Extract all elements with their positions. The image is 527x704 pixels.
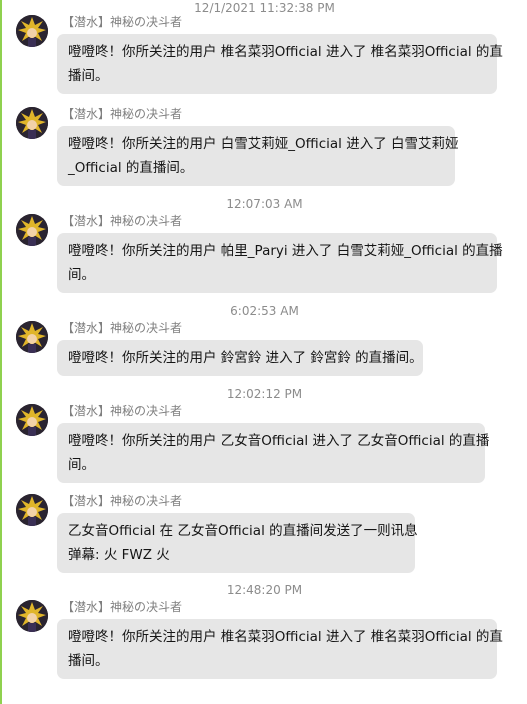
duelist-avatar-icon <box>16 600 48 632</box>
avatar[interactable] <box>16 15 48 47</box>
message-text-line: 间。 <box>68 457 95 473</box>
sender-name: 【潜水】神秘の决斗者 <box>62 600 183 614</box>
avatar[interactable] <box>16 214 48 246</box>
message-text-line: 播间。 <box>68 68 109 84</box>
message-bubble[interactable]: 噔噔咚！你所关注的用户 椎名菜羽Official 进入了 椎名菜羽Officia… <box>57 34 503 94</box>
avatar[interactable] <box>16 600 48 632</box>
sender-name: 【潜水】神秘の决斗者 <box>62 15 183 29</box>
duelist-avatar-icon <box>16 494 48 526</box>
message-text-line: 间。 <box>68 267 95 283</box>
duelist-avatar-icon <box>16 321 48 353</box>
sender-name: 【潜水】神秘の决斗者 <box>62 494 183 508</box>
timestamp: 12:02:12 PM <box>226 387 303 401</box>
duelist-avatar-icon <box>16 214 48 246</box>
message-text-line: 噔噔咚！你所关注的用户 椎名菜羽Official 进入了 椎名菜羽Officia… <box>68 44 503 60</box>
message-bubble[interactable]: 噔噔咚！你所关注的用户 鈴宮鈴 进入了 鈴宮鈴 的直播间。 <box>57 340 423 376</box>
message-text-line: 弹幕: 火 FWZ 火 <box>68 547 170 563</box>
avatar[interactable] <box>16 321 48 353</box>
message-bubble[interactable]: 噔噔咚！你所关注的用户 帕里_Paryi 进入了 白雪艾莉娅_Official … <box>57 233 503 293</box>
message-text-line: 噔噔咚！你所关注的用户 帕里_Paryi 进入了 白雪艾莉娅_Official … <box>68 243 503 259</box>
avatar[interactable] <box>16 404 48 436</box>
timestamp: 12:48:20 PM <box>226 583 303 597</box>
timestamp: 12/1/2021 11:32:38 PM <box>194 1 335 15</box>
message-text-line: 噔噔咚！你所关注的用户 椎名菜羽Official 进入了 椎名菜羽Officia… <box>68 629 503 645</box>
sender-name: 【潜水】神秘の决斗者 <box>62 404 183 418</box>
duelist-avatar-icon <box>16 404 48 436</box>
message-text-line: 噔噔咚！你所关注的用户 乙女音Official 进入了 乙女音Official … <box>68 433 490 449</box>
avatar[interactable] <box>16 494 48 526</box>
message-text-line: 噔噔咚！你所关注的用户 白雪艾莉娅_Official 进入了 白雪艾莉娅 <box>68 136 459 152</box>
duelist-avatar-icon <box>16 15 48 47</box>
timestamp: 12:07:03 AM <box>226 197 303 211</box>
message-text-line: 播间。 <box>68 653 109 669</box>
message-bubble[interactable]: 噔噔咚！你所关注的用户 乙女音Official 进入了 乙女音Official … <box>57 423 490 483</box>
message-text-line: 乙女音Official 在 乙女音Official 的直播间发送了一则讯息 <box>68 523 418 539</box>
message-bubble[interactable]: 噔噔咚！你所关注的用户 椎名菜羽Official 进入了 椎名菜羽Officia… <box>57 619 503 679</box>
message-text-line: _Official 的直播间。 <box>68 160 194 176</box>
sender-name: 【潜水】神秘の决斗者 <box>62 321 183 335</box>
timestamp: 6:02:53 AM <box>230 304 299 318</box>
message-bubble[interactable]: 噔噔咚！你所关注的用户 白雪艾莉娅_Official 进入了 白雪艾莉娅 _Of… <box>57 126 459 186</box>
message-bubble[interactable]: 乙女音Official 在 乙女音Official 的直播间发送了一则讯息 弹幕… <box>57 513 418 573</box>
sender-name: 【潜水】神秘の决斗者 <box>62 214 183 228</box>
avatar[interactable] <box>16 107 48 139</box>
sender-name: 【潜水】神秘の决斗者 <box>62 107 183 121</box>
duelist-avatar-icon <box>16 107 48 139</box>
message-text-line: 噔噔咚！你所关注的用户 鈴宮鈴 进入了 鈴宮鈴 的直播间。 <box>68 350 423 366</box>
chat-message-list[interactable]: 12/1/2021 11:32:38 PM 【潜水】神秘の决斗者 噔噔咚！你所关… <box>2 0 527 704</box>
